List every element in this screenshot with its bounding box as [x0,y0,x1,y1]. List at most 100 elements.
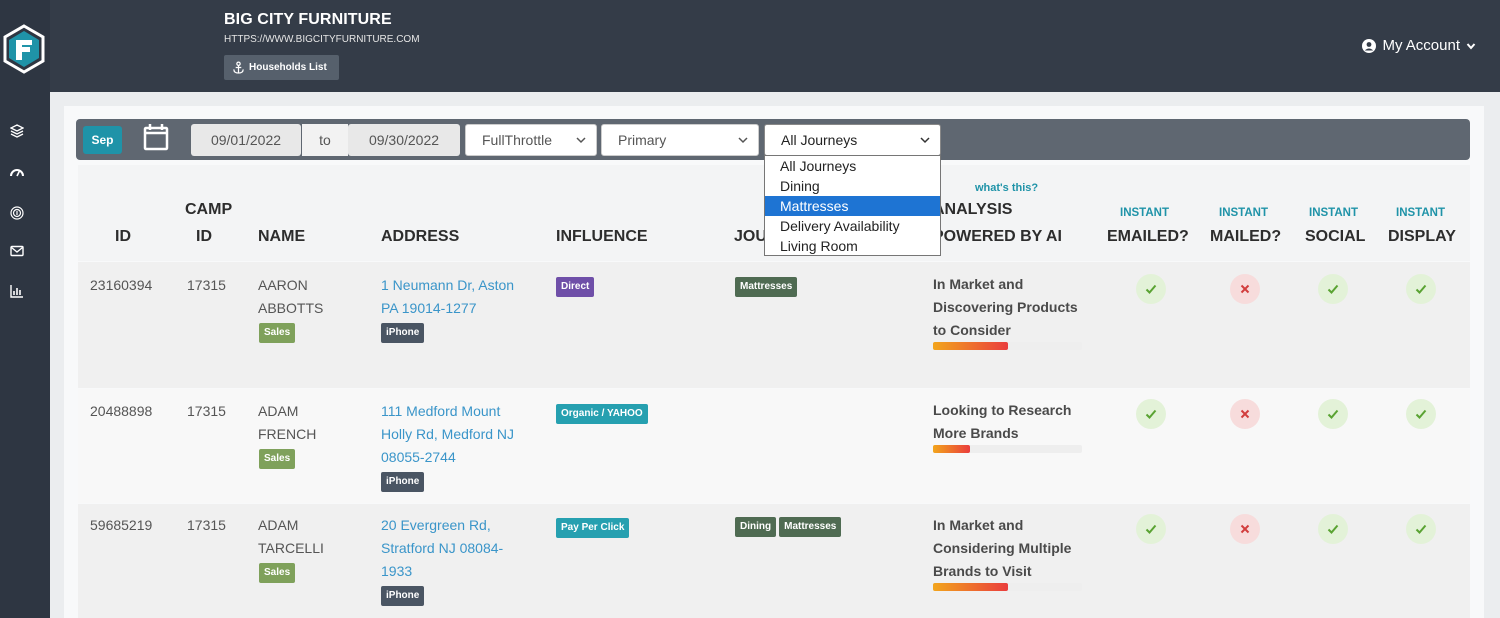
col-display-line1[interactable]: INSTANT [1396,207,1445,219]
emailed-status [1136,514,1166,544]
social-status [1318,274,1348,304]
cell-id: 20488898 [90,403,153,419]
gauge-icon[interactable] [10,165,24,179]
chevron-down-icon [1466,42,1476,50]
col-address[interactable]: ADDRESS [381,228,459,246]
journey-option[interactable]: Mattresses [765,196,940,216]
calendar-icon[interactable] [143,123,169,151]
source-select-value: FullThrottle [482,132,553,148]
col-analysis-line2[interactable]: POWERED BY AI [933,228,1062,246]
device-badge: iPhone [381,586,425,606]
analysis-line3: to Consider [933,322,1011,338]
mail-icon[interactable] [10,244,24,258]
col-emailed-line1[interactable]: INSTANT [1120,207,1169,219]
influence-badge: Pay Per Click [556,518,630,538]
cell-id: 23160394 [90,277,153,293]
display-status [1406,514,1436,544]
whats-this-link[interactable]: what's this? [975,182,1038,194]
logo-icon[interactable] [2,24,46,74]
mailed-status [1230,274,1260,304]
layers-icon[interactable] [10,124,24,138]
my-account-menu[interactable]: My Account [1362,37,1476,54]
score-bar-fill [933,342,1008,350]
month-button[interactable]: Sep [83,126,122,154]
journey-dropdown-list: All Journeys Dining Mattresses Delivery … [764,155,941,256]
cell-address-line1[interactable]: 111 Medford Mount [381,400,500,422]
chevron-down-icon [576,137,586,144]
date-from-input[interactable]: 09/01/2022 [191,124,301,156]
cell-address-line3[interactable]: 08055-2744 [381,446,456,468]
x-icon [1240,284,1250,294]
chevron-down-icon [738,137,748,144]
source-select[interactable]: FullThrottle [465,124,597,156]
role-badge: Sales [259,323,296,343]
mailed-status [1230,514,1260,544]
score-bar [933,342,1082,350]
social-status [1318,514,1348,544]
influence-badge: Organic / YAHOO [556,404,648,424]
journey-badge: Dining [735,517,777,537]
col-id[interactable]: ID [115,228,131,246]
journey-option[interactable]: Delivery Availability [765,216,940,236]
analysis-line3: Brands to Visit [933,563,1032,579]
chart-icon[interactable] [10,284,24,298]
check-icon [1145,524,1157,534]
device-badge: iPhone [381,472,425,492]
cell-name-first: ADAM [258,403,299,419]
journey-option[interactable]: Dining [765,176,940,196]
col-analysis-line1[interactable]: ANALYSIS [933,201,1012,219]
cell-camp-id: 17315 [187,403,226,419]
cell-name-first: ADAM [258,517,299,533]
score-bar-fill [933,445,971,453]
type-select[interactable]: Primary [601,124,759,156]
cell-camp-id: 17315 [187,277,226,293]
mailed-status [1230,399,1260,429]
check-icon [1327,524,1339,534]
cell-address-line1[interactable]: 1 Neumann Dr, Aston [381,274,514,296]
cell-name-last: ABBOTTS [258,300,324,316]
check-icon [1145,409,1157,419]
col-emailed-line2[interactable]: EMAILED? [1107,228,1189,246]
cell-address-line1[interactable]: 20 Evergreen Rd, [381,514,491,536]
score-bar [933,583,1082,591]
col-influence[interactable]: INFLUENCE [556,228,648,246]
col-journey[interactable]: JOU [734,228,767,246]
check-icon [1327,409,1339,419]
col-camp-id-line1[interactable]: CAMP [185,201,232,219]
cell-name-last: FRENCH [258,426,317,442]
col-social-line1[interactable]: INSTANT [1309,207,1358,219]
display-status [1406,399,1436,429]
brand-title: BIG CITY FURNITURE [224,11,392,28]
col-social-line2[interactable]: SOCIAL [1305,228,1365,246]
col-camp-id-line2[interactable]: ID [196,228,212,246]
x-icon [1240,524,1250,534]
emailed-status [1136,274,1166,304]
cell-address-line2[interactable]: Stratford NJ 08084- [381,537,503,559]
cell-address-line2[interactable]: PA 19014-1277 [381,297,477,319]
col-display-line2[interactable]: DISPLAY [1388,228,1456,246]
cell-name-first: AARON [258,277,308,293]
role-badge: Sales [259,449,296,469]
col-name[interactable]: NAME [258,228,305,246]
check-icon [1145,284,1157,294]
analysis-line2: Discovering Products [933,299,1078,315]
chevron-down-icon [920,137,930,144]
date-to-input[interactable]: 09/30/2022 [348,124,460,156]
brand-url: HTTPS://WWW.BIGCITYFURNITURE.COM [224,34,420,45]
x-icon [1240,409,1250,419]
households-list-button[interactable]: Households List [224,55,339,80]
journey-select[interactable]: All Journeys [764,124,941,156]
fingerprint-icon[interactable] [10,206,24,220]
cell-address-line2[interactable]: Holly Rd, Medford NJ [381,423,514,445]
score-bar [933,445,1082,453]
col-mailed-line2[interactable]: MAILED? [1210,228,1281,246]
journey-option[interactable]: All Journeys [765,156,940,176]
check-icon [1415,409,1427,419]
journey-option[interactable]: Living Room [765,236,940,256]
cell-address-line3[interactable]: 1933 [381,560,412,582]
households-list-label: Households List [249,62,327,73]
journey-badge: Mattresses [735,277,798,297]
social-status [1318,399,1348,429]
col-mailed-line1[interactable]: INSTANT [1219,207,1268,219]
user-circle-icon [1362,38,1377,53]
